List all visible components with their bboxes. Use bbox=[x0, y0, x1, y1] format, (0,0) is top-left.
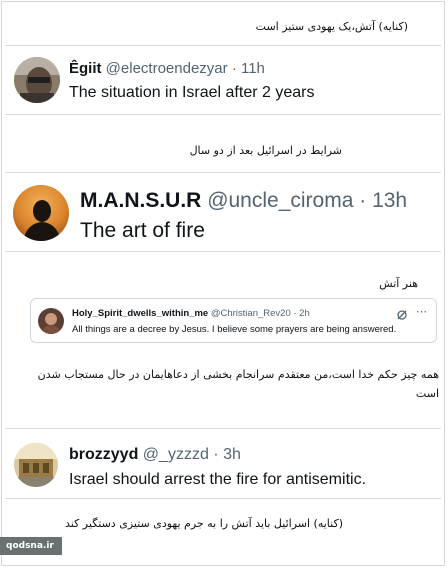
avatar-photo-icon bbox=[14, 57, 60, 103]
more-options-icon[interactable]: ⋯ bbox=[416, 305, 427, 318]
divider bbox=[5, 428, 441, 429]
tweet1-handle[interactable]: @electroendezyar bbox=[106, 60, 228, 77]
tweet3-text: Israel should arrest the fire for antise… bbox=[69, 471, 367, 488]
tweet3-header: brozzyyd @_yzzzd · 3h bbox=[69, 446, 241, 464]
quote-text: All things are a decree by Jesus. I beli… bbox=[72, 324, 397, 335]
tweet2-text: The art of fire bbox=[80, 219, 205, 242]
tweet1-text: The situation in Israel after 2 years bbox=[69, 84, 315, 101]
avatar-photo-icon bbox=[14, 443, 58, 487]
caption-5: (کنایه) اسرائیل باید آتش را به جرم یهودی… bbox=[64, 517, 343, 530]
tweet2-time[interactable]: · 13h bbox=[359, 189, 407, 212]
tweet3-handle[interactable]: @_yzzzd bbox=[143, 446, 209, 463]
watermark-logo: qodsna.ir bbox=[0, 537, 62, 555]
tweet1-header: Êgiit @electroendezyar · 11h bbox=[69, 60, 265, 77]
quote-avatar[interactable] bbox=[38, 308, 64, 334]
tweet3-time[interactable]: · 3h bbox=[213, 446, 241, 463]
divider bbox=[5, 172, 441, 173]
divider bbox=[5, 498, 441, 499]
quote-card[interactable]: Holy_Spirit_dwells_within_me @Christian_… bbox=[30, 298, 437, 343]
tweet3-name[interactable]: brozzyyd bbox=[69, 446, 138, 463]
avatar-photo-icon bbox=[38, 308, 64, 334]
divider bbox=[5, 45, 441, 46]
quote-handle[interactable]: @Christian_Rev20 bbox=[211, 308, 291, 319]
grok-icon[interactable] bbox=[396, 306, 408, 320]
tweet2-name[interactable]: M.A.N.S.U.R bbox=[80, 189, 201, 212]
divider bbox=[5, 251, 441, 252]
tweet2-handle[interactable]: @uncle_ciroma bbox=[207, 189, 353, 212]
tweet1-time[interactable]: · 11h bbox=[232, 60, 265, 77]
tweet3-avatar[interactable] bbox=[14, 443, 58, 487]
avatar-silhouette-icon bbox=[13, 185, 69, 241]
quote-time[interactable]: · 2h bbox=[293, 308, 309, 319]
quote-name[interactable]: Holy_Spirit_dwells_within_me bbox=[72, 308, 208, 319]
divider bbox=[5, 114, 441, 115]
caption-2: شرایط در اسرائیل بعد از دو سال bbox=[189, 144, 342, 157]
caption-1: (کنایه) آتش،یک یهودی ستیز است bbox=[255, 20, 408, 33]
caption-4-line-1: همه چیز حکم خدا است،من معتقدم سرانجام بخ… bbox=[37, 368, 439, 381]
caption-3: هنر آتش bbox=[379, 277, 418, 290]
caption-4-line-2: است bbox=[415, 387, 439, 400]
tweet1-avatar[interactable] bbox=[14, 57, 60, 103]
quote-header: Holy_Spirit_dwells_within_me @Christian_… bbox=[72, 308, 310, 319]
tweet1-name[interactable]: Êgiit bbox=[69, 60, 102, 77]
tweet2-header: M.A.N.S.U.R @uncle_ciroma · 13h bbox=[80, 189, 407, 213]
tweet2-avatar[interactable] bbox=[13, 185, 69, 241]
